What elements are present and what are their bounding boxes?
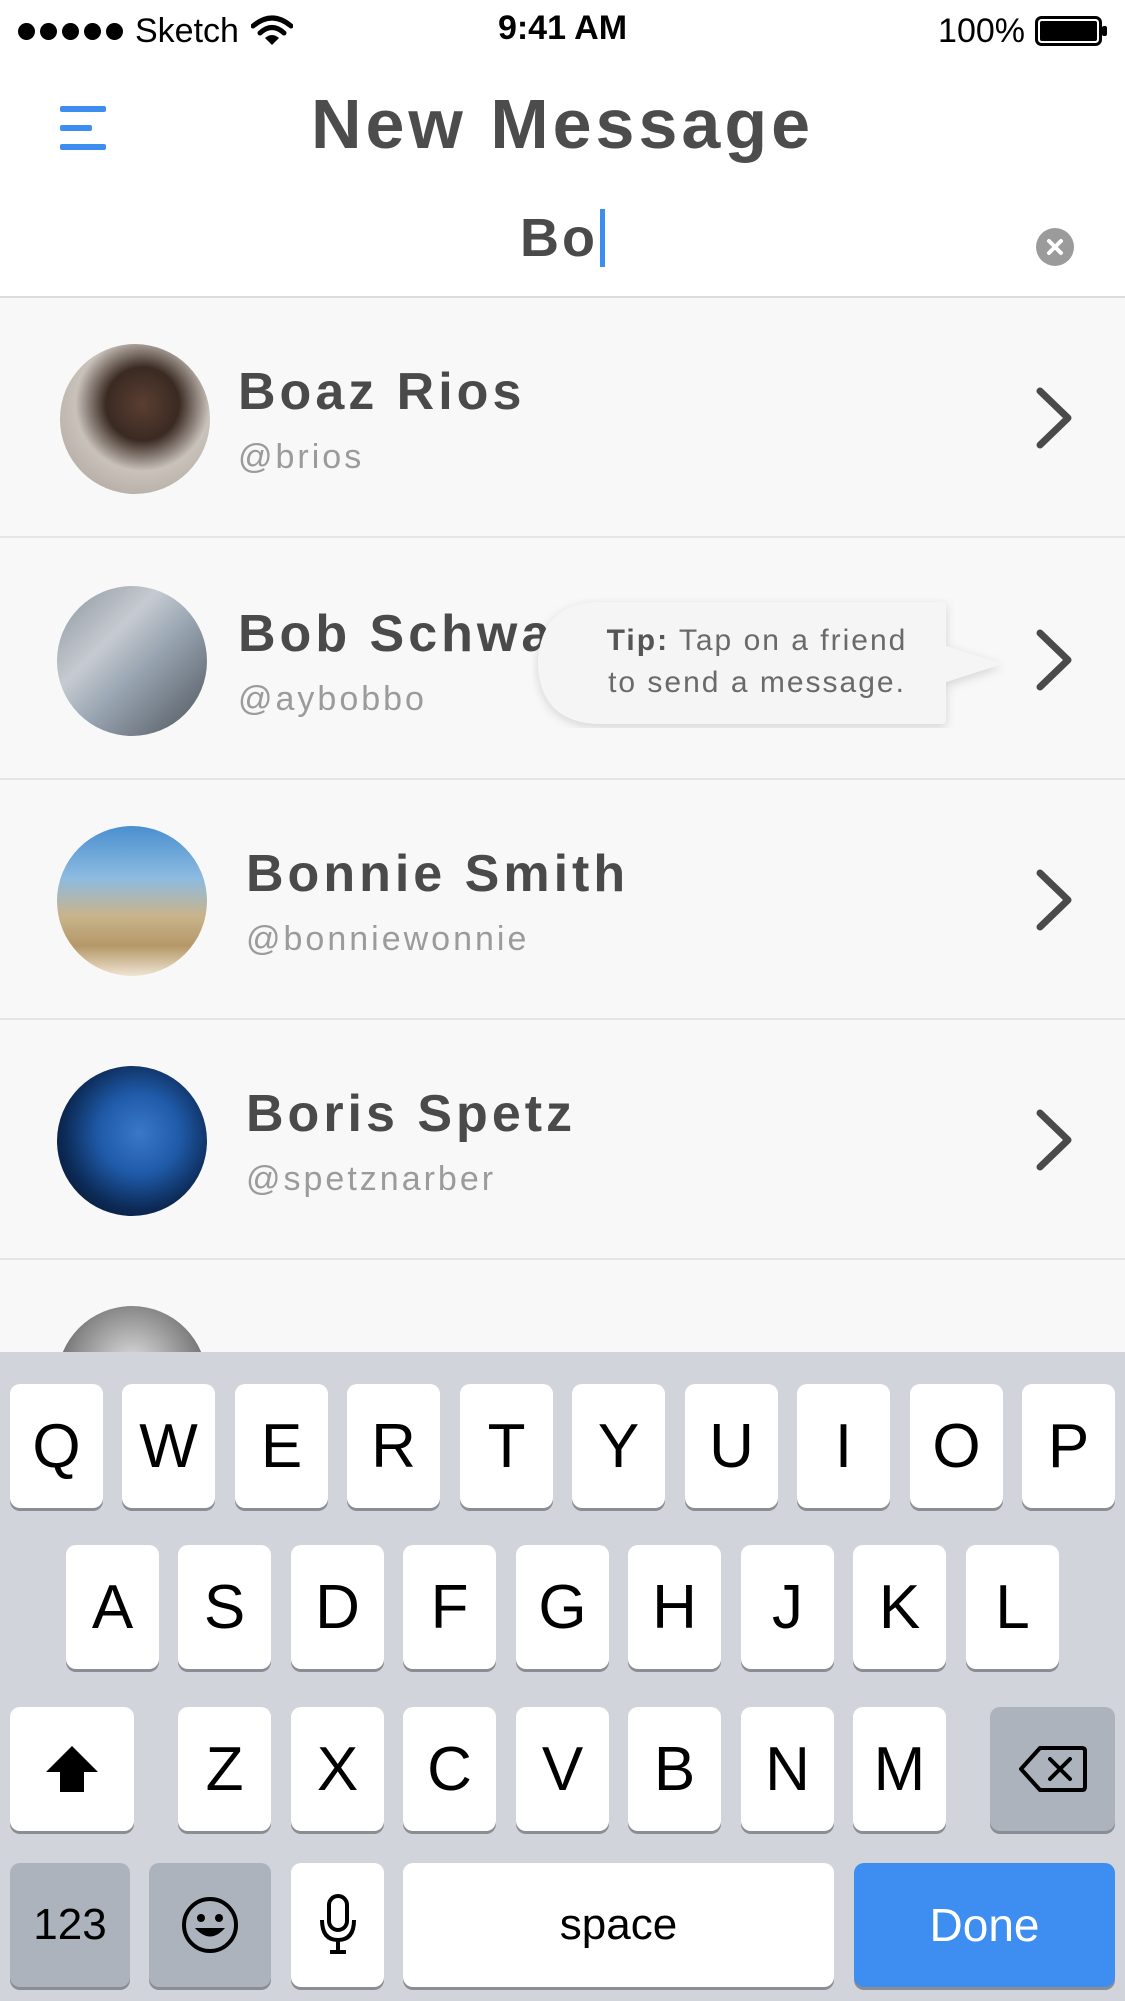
chevron-right-icon [1036,1109,1072,1171]
key-e[interactable]: E [235,1384,328,1508]
key-i[interactable]: I [797,1384,890,1508]
key-a[interactable]: A [66,1545,159,1669]
search-bar: Bo [0,182,1125,298]
text-caret [599,209,605,267]
key-s[interactable]: S [178,1545,271,1669]
header: New Message [0,62,1125,182]
avatar [57,1306,207,1352]
contact-handle: @bonniewonnie [246,920,530,958]
chevron-right-icon [1036,387,1072,449]
tip-text: Tip: Tap on a friend to send a message. [552,620,962,704]
search-input[interactable]: Bo [200,208,925,268]
contact-name: Boris Spetz [246,1085,577,1143]
key-p[interactable]: P [1022,1384,1115,1508]
shift-icon[interactable] [10,1707,134,1831]
key-m[interactable]: M [853,1707,946,1831]
key-x[interactable]: X [291,1707,384,1831]
key-o[interactable]: O [910,1384,1003,1508]
contact-name: Boaz Rios [238,363,526,421]
contact-row[interactable]: Boaz Rios @brios [0,298,1125,538]
contact-row-partial[interactable] [0,1260,1125,1352]
key-z[interactable]: Z [178,1707,271,1831]
key-d[interactable]: D [291,1545,384,1669]
key-b[interactable]: B [628,1707,721,1831]
key-v[interactable]: V [516,1707,609,1831]
key-u[interactable]: U [685,1384,778,1508]
avatar [60,344,210,494]
contact-row[interactable]: Boris Spetz @spetznarber [0,1020,1125,1260]
avatar [57,1066,207,1216]
tip-label: Tip: [606,624,670,657]
contact-handle: @brios [238,438,365,476]
search-value: Bo [520,208,598,268]
key-w[interactable]: W [122,1384,215,1508]
key-t[interactable]: T [460,1384,553,1508]
battery-icon [1035,16,1107,46]
key-n[interactable]: N [741,1707,834,1831]
done-key[interactable]: Done [854,1863,1115,1987]
battery-percentage: 100% [938,11,1025,50]
chevron-right-icon [1036,869,1072,931]
key-h[interactable]: H [628,1545,721,1669]
tip-line-2: to send a message. [608,666,906,699]
numbers-key[interactable]: 123 [10,1863,130,1987]
contact-name: Bonnie Smith [246,845,630,903]
status-bar-right: 100% [938,10,1109,52]
clear-icon[interactable] [1036,228,1074,266]
contact-row[interactable]: Bonnie Smith @bonniewonnie [0,780,1125,1020]
backspace-icon[interactable] [990,1707,1115,1831]
avatar [57,826,207,976]
key-r[interactable]: R [347,1384,440,1508]
tip-bubble: Tip: Tap on a friend to send a message. [532,598,1010,728]
page-title: New Message [310,85,815,163]
key-j[interactable]: J [741,1545,834,1669]
key-q[interactable]: Q [10,1384,103,1508]
keyboard: Q W E R T Y U I O P A S D F G H J K L Z … [0,1352,1125,2001]
key-c[interactable]: C [403,1707,496,1831]
key-f[interactable]: F [403,1545,496,1669]
contact-name: Bob Schwa [238,605,555,663]
tip-line-1: Tap on a friend [678,624,908,657]
key-y[interactable]: Y [572,1384,665,1508]
contact-handle: @spetznarber [246,1160,497,1198]
key-g[interactable]: G [516,1545,609,1669]
contact-list: Boaz Rios @brios Bob Schwa @aybobbo Bonn… [0,298,1125,1352]
contact-handle: @aybobbo [238,680,427,718]
space-key[interactable]: space [403,1863,834,1987]
emoji-icon[interactable] [149,1863,271,1987]
chevron-right-icon [1036,629,1072,691]
avatar [57,586,207,736]
key-k[interactable]: K [853,1545,946,1669]
status-bar: Sketch 9:41 AM 100% [0,0,1125,62]
key-l[interactable]: L [966,1545,1059,1669]
microphone-icon[interactable] [291,1863,384,1987]
